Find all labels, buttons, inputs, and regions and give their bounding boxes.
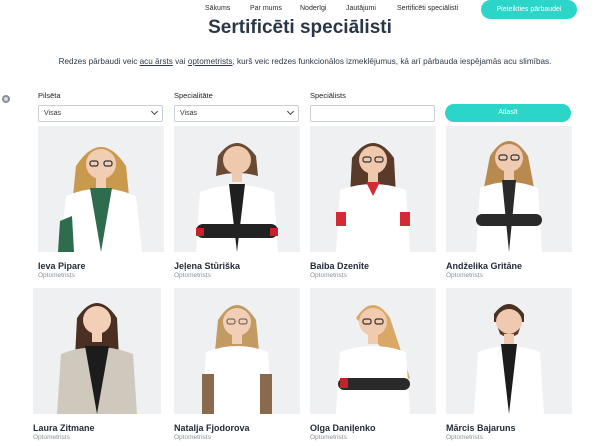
specialist-role: Optometrists <box>38 272 75 279</box>
specialist-filter-label: Speciālists <box>310 91 346 100</box>
specialist-name[interactable]: Baiba Dzenīte <box>310 261 369 271</box>
specialist-name[interactable]: Natalja Fjodorova <box>174 423 250 433</box>
chevron-down-icon <box>150 107 159 116</box>
settings-icon[interactable] <box>2 95 10 103</box>
eye-doctor-link[interactable]: acu ārsts <box>140 57 173 66</box>
specialist-photo <box>174 126 300 252</box>
specialist-name[interactable]: Laura Zitmane <box>33 423 95 433</box>
specialist-input[interactable] <box>310 105 435 122</box>
specialist-photo <box>446 288 572 414</box>
specialty-filter-label: Specialitāte <box>174 91 213 100</box>
specialist-role: Optometrists <box>174 272 211 279</box>
nav-link-home[interactable]: Sākums <box>205 5 230 12</box>
chevron-down-icon <box>286 107 295 116</box>
specialist-role: Optometrists <box>174 434 211 441</box>
specialist-name[interactable]: Andželika Gritāne <box>446 261 522 271</box>
specialist-photo <box>310 288 436 414</box>
specialist-photo <box>38 126 164 252</box>
specialist-name[interactable]: Mārcis Bajaruns <box>446 423 516 433</box>
intro-part-3: , kurš veic redzes funkcionālos izmeklēj… <box>232 57 552 66</box>
specialist-name[interactable]: Jeļena Stūriška <box>174 261 240 271</box>
nav-link-useful[interactable]: Noderīgi <box>300 5 326 12</box>
nav-link-about[interactable]: Par mums <box>250 5 282 12</box>
specialist-role: Optometrists <box>446 434 483 441</box>
city-filter-label: Pilsēta <box>38 91 61 100</box>
city-select[interactable]: Visas <box>38 105 163 122</box>
nav-link-specialists[interactable]: Sertificēti speciālisti <box>397 5 458 12</box>
specialist-photo <box>33 288 161 414</box>
specialist-name[interactable]: Olga Daniļenko <box>310 423 376 433</box>
nav-link-questions[interactable]: Jautājumi <box>346 5 376 12</box>
intro-part-1: Redzes pārbaudi veic <box>58 57 140 66</box>
intro-text: Redzes pārbaudi veic acu ārsts vai optom… <box>0 57 600 66</box>
specialist-role: Optometrists <box>310 272 347 279</box>
optometrist-link[interactable]: optometrists <box>188 57 233 66</box>
specialty-select-value: Visas <box>180 110 197 117</box>
filter-button[interactable]: Atlasīt <box>445 104 571 122</box>
specialist-role: Optometrists <box>310 434 347 441</box>
specialist-photo <box>446 126 572 252</box>
specialist-photo <box>310 126 436 252</box>
specialist-name[interactable]: Ieva Pipare <box>38 261 86 271</box>
specialist-role: Optometrists <box>33 434 70 441</box>
specialist-role: Optometrists <box>446 272 483 279</box>
specialty-select[interactable]: Visas <box>174 105 299 122</box>
city-select-value: Visas <box>44 110 61 117</box>
page-title: Sertificēti speciālisti <box>208 17 392 38</box>
intro-part-2: vai <box>172 57 188 66</box>
specialist-photo <box>174 288 300 414</box>
